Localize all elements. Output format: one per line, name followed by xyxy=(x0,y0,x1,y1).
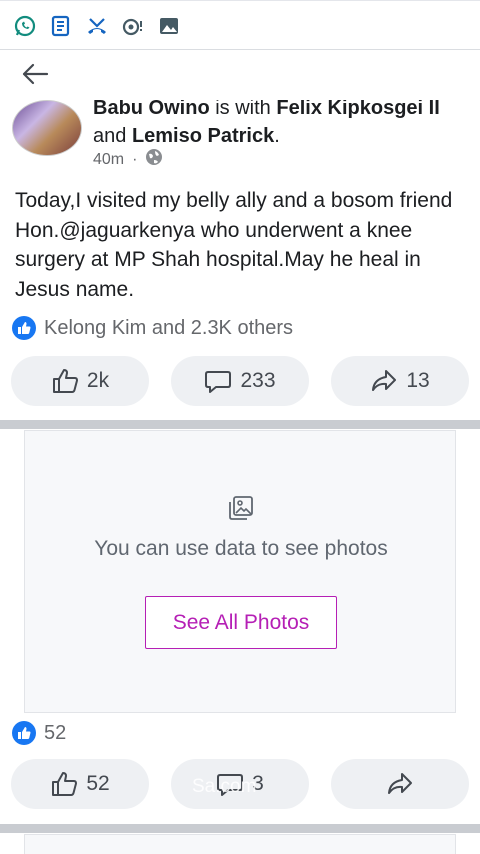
arrow-left-icon xyxy=(22,63,49,85)
and-text: and xyxy=(93,125,127,147)
reactions-count: 52 xyxy=(44,721,67,744)
reactions-text: Kelong Kim and 2.3K others xyxy=(44,316,294,339)
like-reaction-icon xyxy=(12,721,36,745)
like-button[interactable]: 2k xyxy=(11,356,149,406)
thumbs-up-icon xyxy=(52,772,78,796)
notification-icon xyxy=(122,15,144,37)
avatar[interactable] xyxy=(12,100,82,156)
data-saver-message: You can use data to see photos xyxy=(94,537,388,560)
post-divider xyxy=(0,420,480,429)
post-text: Today,I visited my belly ally and a boso… xyxy=(15,189,453,301)
status-icons xyxy=(14,15,180,37)
like-count: 2k xyxy=(86,369,110,392)
share-icon xyxy=(372,370,397,391)
news-icon xyxy=(50,15,72,37)
photo-placeholder: You can use data to see photos See All P… xyxy=(24,430,456,713)
post-time[interactable]: 40m xyxy=(93,151,124,169)
back-button[interactable] xyxy=(18,57,52,91)
tagged-user-2[interactable]: Lemiso Patrick xyxy=(132,125,274,147)
like-button[interactable]: 52 xyxy=(11,759,149,809)
post-header: Babu Owino is with Felix Kipkosgei II an… xyxy=(0,100,480,172)
post-actions: 2k 233 13 xyxy=(0,356,480,406)
watermark: Sa.com xyxy=(192,776,257,797)
reactions-summary-2[interactable]: 52 xyxy=(12,721,66,745)
with-text: is with xyxy=(215,100,271,119)
share-button[interactable] xyxy=(331,759,469,809)
author-name[interactable]: Babu Owino xyxy=(93,100,210,119)
comment-button[interactable]: 233 xyxy=(171,356,309,406)
comment-icon xyxy=(205,371,232,393)
post-author-line: Babu Owino is with Felix Kipkosgei II an… xyxy=(93,100,473,150)
share-button[interactable]: 13 xyxy=(331,356,469,406)
gallery-icon xyxy=(158,15,180,37)
status-bar xyxy=(0,0,480,50)
share-icon xyxy=(388,773,412,794)
period: . xyxy=(274,125,280,147)
thumbs-up-icon xyxy=(52,369,78,393)
post-divider-2 xyxy=(0,824,480,833)
missed-call-icon xyxy=(86,15,108,37)
next-post-card xyxy=(24,834,456,854)
whatsapp-icon xyxy=(14,15,36,37)
comment-count: 233 xyxy=(240,369,276,392)
share-count: 13 xyxy=(406,369,430,392)
reactions-summary[interactable]: Kelong Kim and 2.3K others xyxy=(12,316,293,340)
nav-bar xyxy=(0,51,480,97)
see-all-photos-button[interactable]: See All Photos xyxy=(145,596,337,649)
globe-icon xyxy=(145,148,163,171)
like-reaction-icon xyxy=(12,316,36,340)
tagged-user-1[interactable]: Felix Kipkosgei II xyxy=(276,100,439,119)
photo-icon xyxy=(228,495,254,521)
meta-separator: · xyxy=(132,150,138,168)
like-count: 52 xyxy=(86,772,110,795)
post-meta: 40m · xyxy=(93,148,163,171)
